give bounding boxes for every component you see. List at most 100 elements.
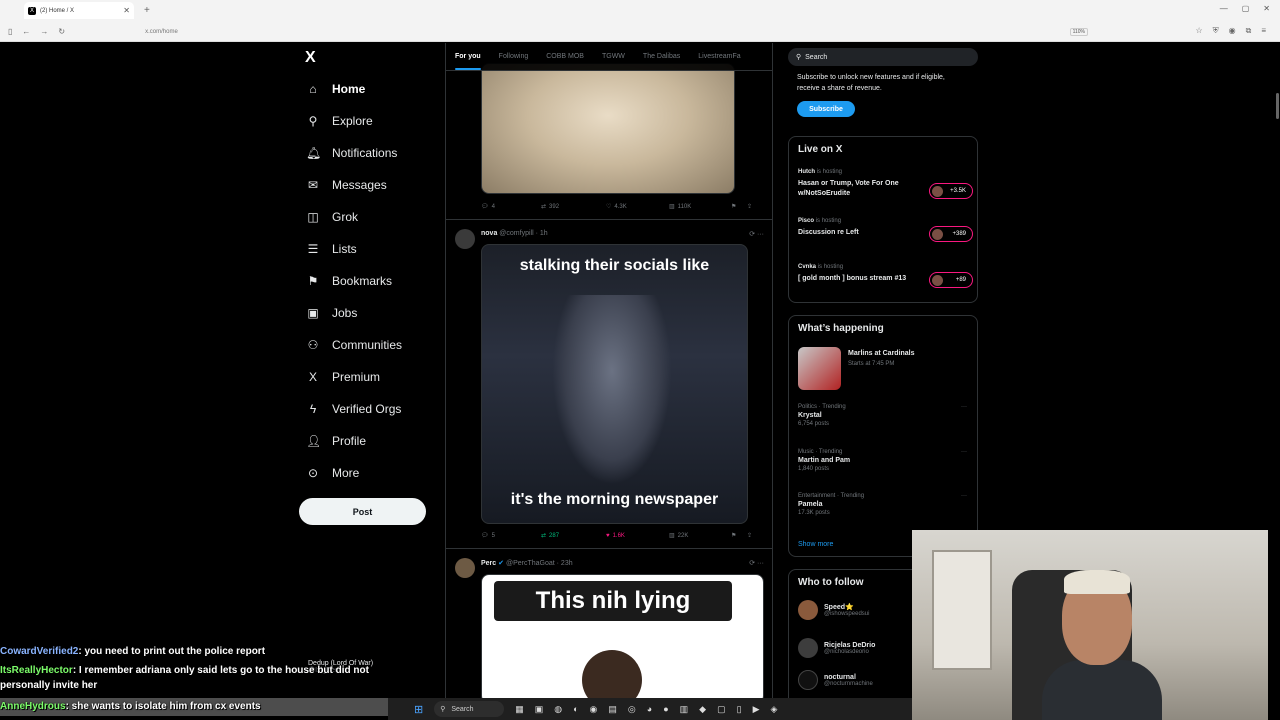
- repost-button[interactable]: ⇄ 392: [541, 203, 606, 211]
- post-media-cat[interactable]: [481, 63, 735, 194]
- taskbar-search[interactable]: ⚲ Search: [434, 701, 505, 717]
- close-window-icon[interactable]: ✕: [1263, 4, 1270, 13]
- maximize-icon[interactable]: ▢: [1242, 4, 1250, 13]
- discord-icon[interactable]: ◕: [647, 704, 652, 714]
- nav-home[interactable]: ⌂ Home: [306, 82, 365, 96]
- nav-notifications[interactable]: 🔔︎ Notifications: [306, 146, 397, 160]
- edge-icon[interactable]: ◐: [573, 704, 578, 714]
- more-options-icon[interactable]: ⟳ ···: [749, 559, 764, 567]
- list-icon: ☰: [307, 242, 319, 256]
- avatar: [798, 600, 818, 620]
- page-scrollbar[interactable]: [1276, 93, 1279, 119]
- bookmark-button[interactable]: ⚑: [731, 532, 747, 539]
- app-icon[interactable]: ◆: [699, 704, 706, 715]
- trend-item[interactable]: Politics · Trending Krystal 6,754 posts …: [798, 404, 973, 427]
- reply-button[interactable]: 💬︎ 5: [481, 532, 541, 540]
- bookmark-button[interactable]: ⚑: [731, 203, 747, 210]
- nav-explore[interactable]: ⚲ Explore: [306, 114, 373, 128]
- spotify-icon[interactable]: ●: [663, 704, 668, 714]
- nav-grok[interactable]: ◫ Grok: [306, 210, 358, 224]
- search-input[interactable]: ⚲ Search: [788, 48, 978, 66]
- app-icon[interactable]: ◎: [628, 704, 636, 715]
- nav-messages[interactable]: ✉ Messages: [306, 178, 387, 192]
- more-options-icon[interactable]: ···: [961, 493, 967, 499]
- nav-verified-orgs[interactable]: ϟ Verified Orgs: [306, 402, 402, 416]
- app-icon[interactable]: ▦: [515, 704, 524, 715]
- views-button[interactable]: ▥ 110K: [669, 203, 731, 211]
- tweet-header: Perc ✔ @PercThaGoat · 23h: [481, 560, 573, 567]
- nav-bookmarks[interactable]: ⚑ Bookmarks: [306, 274, 392, 288]
- follow-suggestion[interactable]: Speed⭐ @ishowspeedsui: [798, 600, 869, 620]
- forward-icon[interactable]: →: [40, 27, 48, 36]
- tab-close-icon[interactable]: ✕: [123, 6, 130, 15]
- subscribe-button[interactable]: Subscribe: [797, 101, 855, 117]
- menu-icon[interactable]: ≡: [1261, 26, 1266, 36]
- app-icon[interactable]: ▣: [535, 704, 544, 715]
- nav-profile[interactable]: 👤︎ Profile: [306, 434, 366, 448]
- follow-suggestion[interactable]: nocturnal @nocturnmachine: [798, 670, 873, 690]
- back-icon[interactable]: ←: [22, 27, 30, 36]
- teams-icon[interactable]: ▤: [608, 704, 617, 715]
- app-icon[interactable]: ▥: [680, 704, 689, 715]
- app-icon[interactable]: ▢: [717, 704, 726, 715]
- x-logo-icon[interactable]: X: [305, 49, 316, 67]
- event-title[interactable]: Marlins at Cardinals: [848, 350, 915, 357]
- tab-cobb-mob[interactable]: COBB MOB: [546, 53, 584, 60]
- account-icon[interactable]: ◉: [1229, 26, 1236, 36]
- live-item[interactable]: Hutch is hosting Hasan or Trump, Vote Fo…: [798, 169, 973, 199]
- live-item[interactable]: Cvnka is hosting [ gold month ] bonus st…: [798, 264, 973, 288]
- nav-communities[interactable]: ⚇ Communities: [306, 338, 402, 352]
- windows-start-icon[interactable]: ⊞: [414, 703, 423, 716]
- more-options-icon[interactable]: ⟳ ···: [749, 230, 764, 238]
- nav-lists[interactable]: ☰ Lists: [306, 242, 357, 256]
- listener-count[interactable]: +89: [929, 272, 973, 288]
- nav-premium[interactable]: X Premium: [306, 370, 380, 384]
- event-image[interactable]: [798, 347, 841, 390]
- follow-suggestion[interactable]: Ricjelas DeDrio @nicholasdeorio: [798, 638, 875, 658]
- search-icon: ⚲: [796, 54, 802, 61]
- extensions-icon[interactable]: ⧉: [1246, 26, 1252, 36]
- address-field[interactable]: x.com/home: [145, 29, 178, 35]
- like-button[interactable]: ♥ 1.6K: [606, 532, 669, 539]
- views-button[interactable]: ▥ 22K: [669, 532, 731, 540]
- nav-jobs[interactable]: ▣ Jobs: [306, 306, 357, 320]
- tab-livestreamfa[interactable]: LivestreamFa: [698, 53, 740, 60]
- browser-tab[interactable]: X (2) Home / X ✕: [24, 2, 134, 19]
- bookmark-star-icon[interactable]: ☆: [1195, 26, 1202, 36]
- zoom-level[interactable]: 110%: [1069, 28, 1088, 36]
- reply-button[interactable]: 💬︎ 4: [481, 203, 541, 211]
- like-button[interactable]: ♡ 4.3K: [606, 203, 669, 211]
- share-icon[interactable]: ⇪: [747, 203, 752, 210]
- post-media-anime[interactable]: stalking their socials like it's the mor…: [481, 244, 748, 524]
- trend-item[interactable]: Music · Trending Martin and Pam 1,840 po…: [798, 449, 973, 472]
- tab-for-you[interactable]: For you: [455, 53, 481, 70]
- avatar[interactable]: [455, 229, 475, 249]
- app-icon[interactable]: ▯: [737, 704, 742, 715]
- more-options-icon[interactable]: ···: [961, 404, 967, 410]
- post-button[interactable]: Post: [299, 498, 426, 525]
- listener-count[interactable]: +3.5K: [929, 183, 973, 199]
- trend-item[interactable]: Entertainment · Trending Pamela 17.3K po…: [798, 493, 973, 516]
- shield-icon[interactable]: ⛨: [1213, 26, 1219, 36]
- reload-icon[interactable]: ↻: [58, 27, 65, 36]
- repost-button[interactable]: ⇄ 287: [541, 532, 606, 540]
- listener-count[interactable]: +389: [929, 226, 973, 242]
- share-icon[interactable]: ⇪: [747, 532, 752, 539]
- nav-more[interactable]: ⊙ More: [306, 466, 359, 480]
- app-icon[interactable]: ▶: [753, 704, 760, 715]
- post-media-video[interactable]: This nih lying: [481, 574, 764, 700]
- sidebar-toggle-icon[interactable]: ▯: [8, 27, 12, 36]
- tab-tgww[interactable]: TGWW: [602, 53, 625, 60]
- minimize-icon[interactable]: —: [1220, 4, 1228, 13]
- app-icon[interactable]: ◈: [770, 704, 777, 715]
- browser-icon[interactable]: ◍: [554, 704, 562, 715]
- avatar[interactable]: [455, 558, 475, 578]
- app-icon[interactable]: ◉: [590, 704, 598, 715]
- tab-following[interactable]: Following: [499, 53, 529, 60]
- live-item[interactable]: Pisco is hosting Discussion re Left +389: [798, 218, 973, 242]
- new-tab-button[interactable]: +: [144, 5, 150, 16]
- views-icon: ▥: [669, 533, 675, 539]
- tab-the-dalibas[interactable]: The Dalibas: [643, 53, 680, 60]
- show-more-link[interactable]: Show more: [798, 541, 833, 548]
- more-options-icon[interactable]: ···: [961, 449, 967, 455]
